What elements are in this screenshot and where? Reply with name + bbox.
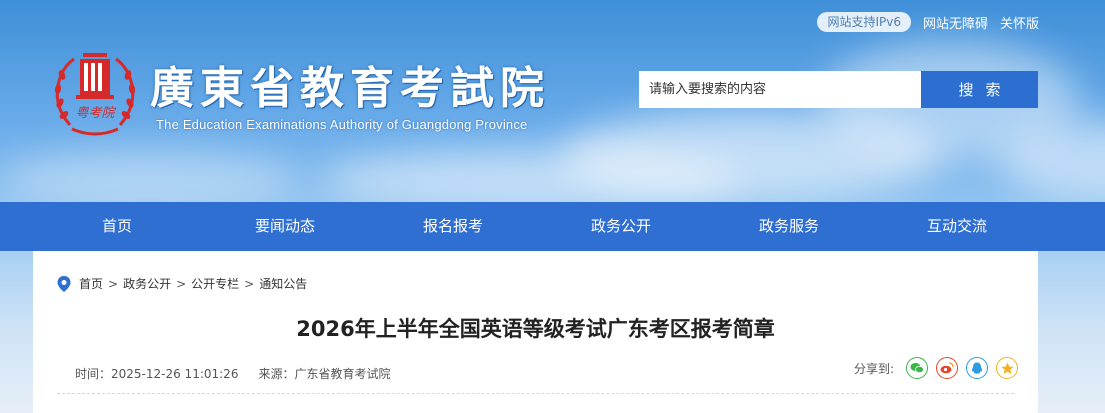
meta-divider: [57, 393, 1014, 394]
share-bar: 分享到:: [854, 357, 1018, 379]
publish-time: 时间：2025-12-26 11:01:26: [75, 367, 239, 381]
search-input[interactable]: [639, 71, 921, 108]
search-button[interactable]: 搜索: [921, 71, 1038, 108]
nav-item-home[interactable]: 首页: [33, 202, 201, 251]
article-source: 来源：广东省教育考试院: [258, 367, 391, 381]
breadcrumb-separator: >: [244, 276, 255, 291]
breadcrumb: 首页 > 政务公开 > 公开专栏 > 通知公告: [57, 275, 307, 292]
breadcrumb-separator: >: [176, 276, 187, 291]
wechat-icon[interactable]: [906, 357, 928, 379]
nav-item-interaction[interactable]: 互动交流: [873, 202, 1041, 251]
breadcrumb-public-column[interactable]: 公开专栏: [191, 275, 239, 292]
weibo-icon[interactable]: [936, 357, 958, 379]
breadcrumb-government-affairs[interactable]: 政务公开: [123, 275, 171, 292]
nav-item-government-affairs[interactable]: 政务公开: [537, 202, 705, 251]
top-links: 网站支持IPv6 网站无障碍 关怀版: [817, 12, 1039, 32]
search-bar: 搜索: [639, 71, 1038, 108]
emblem-logo[interactable]: 粤考院: [50, 45, 140, 140]
share-label: 分享到:: [853, 361, 894, 376]
ipv6-badge: 网站支持IPv6: [817, 12, 911, 32]
emblem-text: 粤考院: [75, 105, 116, 121]
nav-item-news[interactable]: 要闻动态: [201, 202, 369, 251]
breadcrumb-separator: >: [108, 276, 119, 291]
article-meta: 时间：2025-12-26 11:01:26 来源：广东省教育考试院: [75, 365, 390, 382]
qq-icon[interactable]: [966, 357, 988, 379]
nav-item-services[interactable]: 政务服务: [705, 202, 873, 251]
site-subtitle: The Education Examinations Authority of …: [156, 117, 528, 132]
accessibility-link[interactable]: 网站无障碍: [923, 13, 988, 32]
site-title[interactable]: 廣東省教育考試院: [150, 52, 550, 116]
elderly-mode-link[interactable]: 关怀版: [1000, 13, 1039, 32]
breadcrumb-home[interactable]: 首页: [79, 275, 103, 292]
nav-item-registration[interactable]: 报名报考: [369, 202, 537, 251]
article-title: 2026年上半年全国英语等级考试广东考区报考简章: [296, 317, 775, 341]
main-nav: 首页 要闻动态 报名报考 政务公开 政务服务 互动交流: [0, 202, 1105, 251]
content-panel: 首页 > 政务公开 > 公开专栏 > 通知公告 2026年上半年全国英语等级考试…: [33, 251, 1038, 413]
breadcrumb-notices[interactable]: 通知公告: [259, 275, 307, 292]
location-pin-icon: [57, 275, 71, 292]
site-header: 网站支持IPv6 网站无障碍 关怀版 粤考院 廣東省教育考試院 The Educ…: [0, 0, 1105, 202]
qzone-icon[interactable]: [996, 357, 1018, 379]
